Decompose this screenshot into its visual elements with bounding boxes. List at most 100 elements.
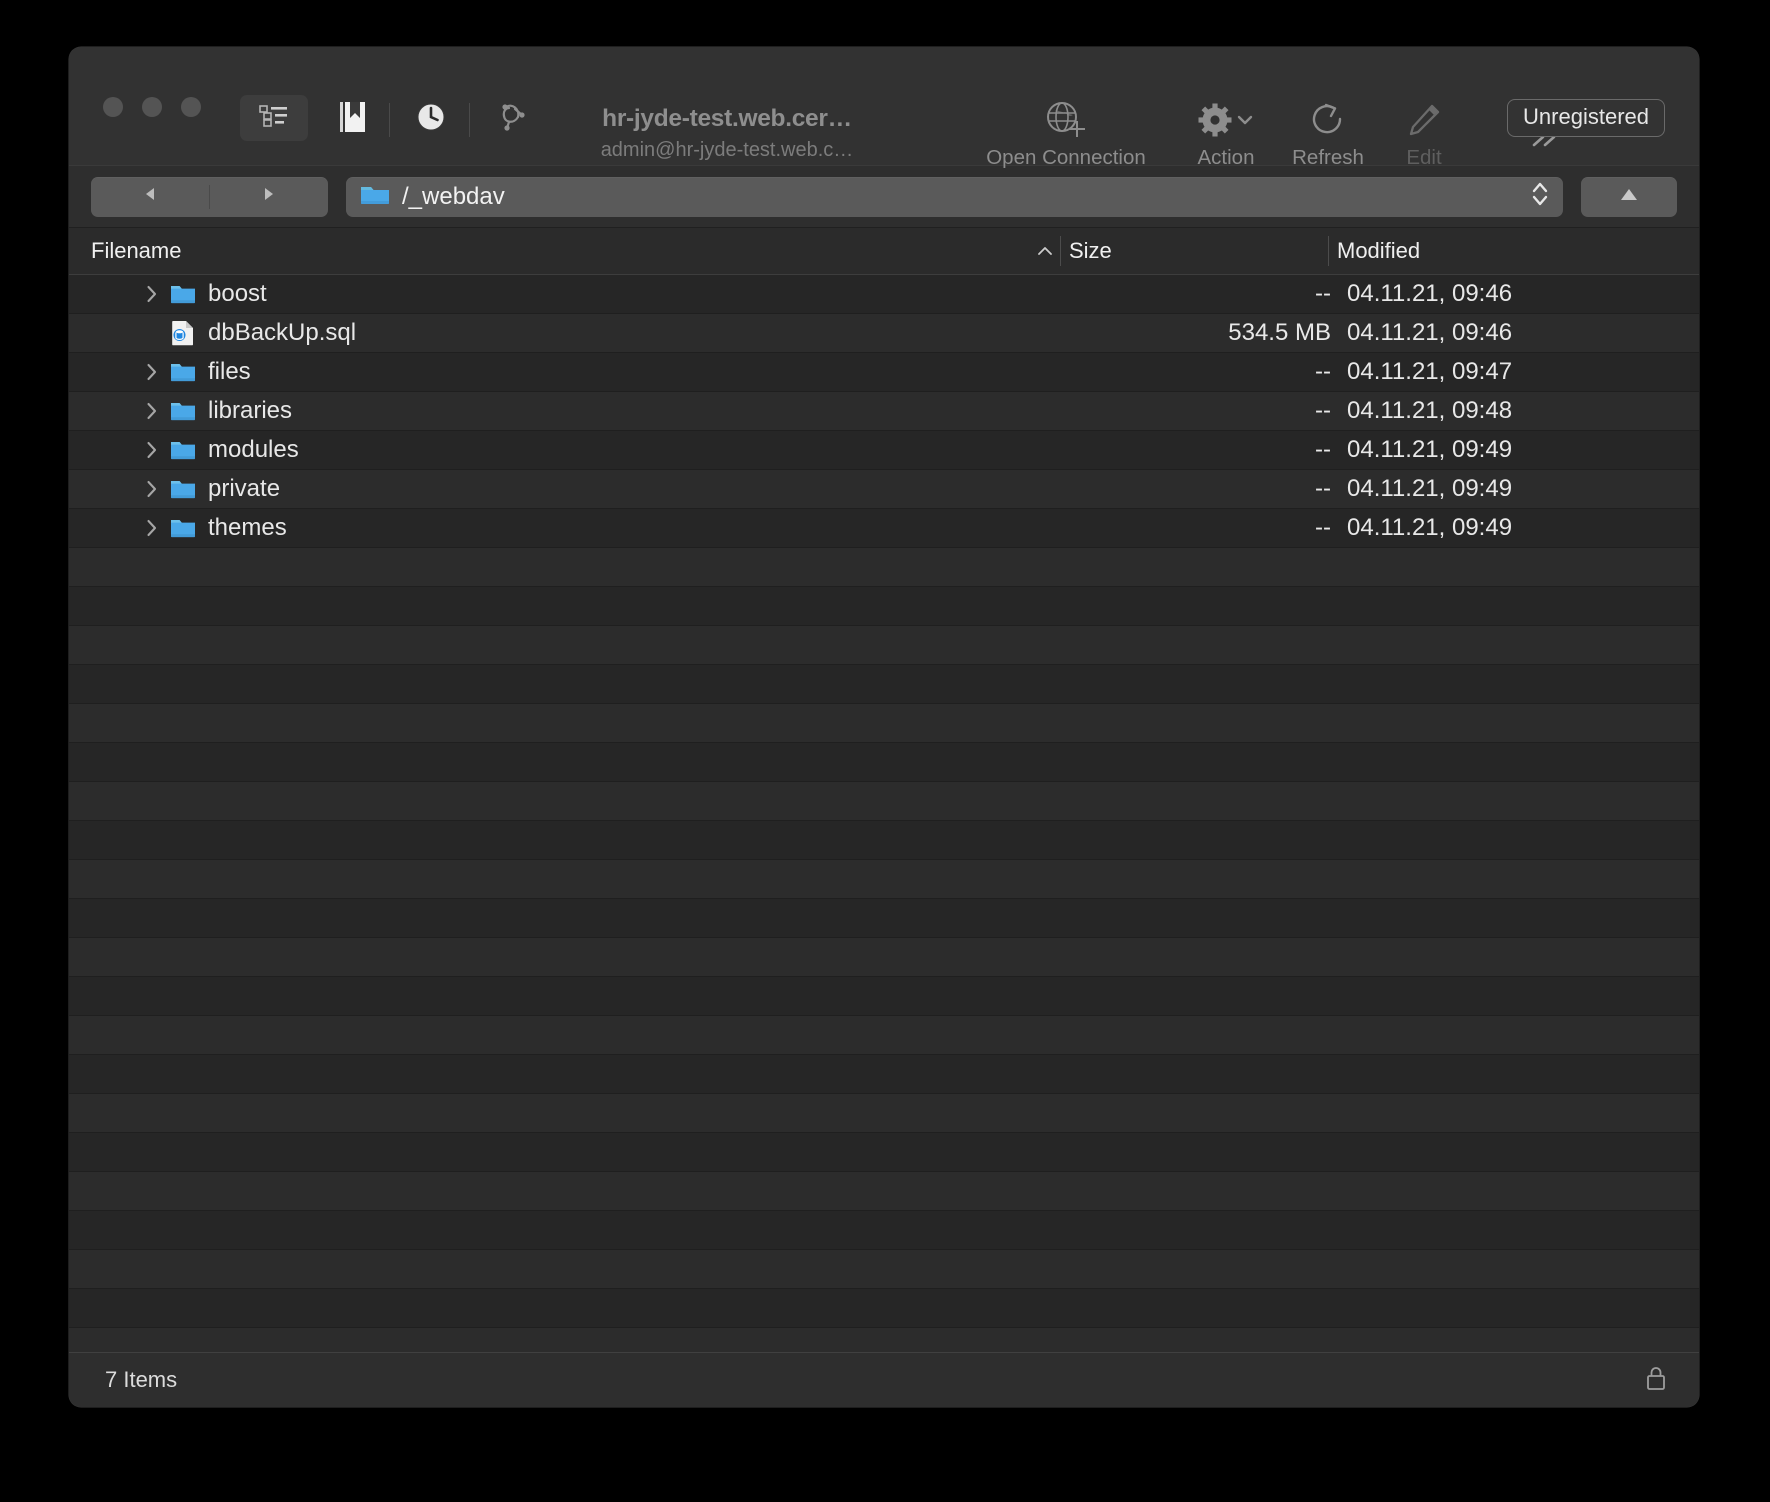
vault-button[interactable] bbox=[489, 97, 537, 141]
column-header-modified[interactable]: Modified bbox=[1337, 228, 1420, 274]
file-name: private bbox=[208, 475, 281, 502]
file-name: libraries bbox=[208, 397, 293, 424]
toolbar: hr-jyde-test.web.cer… admin@hr-jyde-test… bbox=[69, 47, 1699, 169]
view-mode-button[interactable] bbox=[240, 95, 308, 141]
path-value: /_webdav bbox=[402, 182, 505, 210]
file-modified: 04.11.21, 09:49 bbox=[1347, 475, 1513, 502]
maximize-button[interactable] bbox=[181, 97, 201, 117]
table-row[interactable]: private -- 04.11.21, 09:49 bbox=[69, 470, 1699, 509]
back-forward-control bbox=[91, 176, 328, 217]
empty-row bbox=[69, 899, 1699, 938]
sort-ascending-icon bbox=[1035, 228, 1055, 274]
parent-directory-button[interactable] bbox=[1581, 176, 1677, 217]
file-name: dbBackUp.sql bbox=[208, 319, 357, 346]
file-name: themes bbox=[208, 514, 287, 541]
file-size: -- bbox=[1315, 397, 1331, 424]
folder-icon bbox=[170, 516, 196, 540]
edit-button[interactable]: Edit bbox=[1339, 97, 1509, 170]
empty-row bbox=[69, 1289, 1699, 1328]
empty-row bbox=[69, 587, 1699, 626]
sql-file-icon bbox=[170, 321, 196, 346]
empty-row bbox=[69, 938, 1699, 977]
empty-row bbox=[69, 1094, 1699, 1133]
folder-icon bbox=[170, 477, 196, 501]
empty-row bbox=[69, 1055, 1699, 1094]
empty-row bbox=[69, 1211, 1699, 1250]
empty-row bbox=[69, 1328, 1699, 1352]
path-dropdown[interactable]: /_webdav bbox=[346, 176, 1563, 217]
column-divider[interactable] bbox=[1328, 236, 1329, 266]
empty-row bbox=[69, 1133, 1699, 1172]
folder-icon bbox=[360, 182, 390, 211]
file-modified: 04.11.21, 09:49 bbox=[1347, 436, 1513, 463]
cryptomator-vault-icon bbox=[493, 97, 533, 142]
disclosure-triangle-icon[interactable] bbox=[144, 517, 160, 539]
column-divider[interactable] bbox=[1060, 236, 1061, 266]
back-button[interactable] bbox=[91, 177, 209, 217]
folder-icon bbox=[170, 399, 196, 423]
globe-plus-icon bbox=[1043, 97, 1089, 143]
folder-icon bbox=[170, 360, 196, 384]
file-modified: 04.11.21, 09:46 bbox=[1347, 319, 1513, 346]
lock-icon[interactable] bbox=[1643, 1363, 1669, 1398]
file-size: -- bbox=[1315, 358, 1331, 385]
window-controls bbox=[103, 97, 201, 117]
disclosure-triangle-icon[interactable] bbox=[144, 439, 160, 461]
table-row[interactable]: libraries -- 04.11.21, 09:48 bbox=[69, 392, 1699, 431]
empty-row bbox=[69, 743, 1699, 782]
table-row[interactable]: files -- 04.11.21, 09:47 bbox=[69, 353, 1699, 392]
empty-row bbox=[69, 1250, 1699, 1289]
column-header-filename[interactable]: Filename bbox=[91, 228, 181, 274]
history-button[interactable] bbox=[409, 97, 453, 141]
window-title: hr-jyde-test.web.cer… bbox=[602, 105, 852, 132]
file-modified: 04.11.21, 09:47 bbox=[1347, 358, 1513, 385]
file-name: boost bbox=[208, 280, 267, 307]
table-row[interactable]: boost -- 04.11.21, 09:46 bbox=[69, 275, 1699, 314]
empty-row bbox=[69, 665, 1699, 704]
disclosure-triangle-icon[interactable] bbox=[144, 400, 160, 422]
empty-row bbox=[69, 860, 1699, 899]
chevron-up-down-icon[interactable] bbox=[1529, 178, 1551, 215]
file-name: files bbox=[208, 358, 251, 385]
file-size: -- bbox=[1315, 475, 1331, 502]
empty-row bbox=[69, 821, 1699, 860]
bookmarks-button[interactable] bbox=[331, 97, 375, 141]
disclosure-triangle-icon[interactable] bbox=[144, 361, 160, 383]
empty-row bbox=[69, 626, 1699, 665]
window-subtitle: admin@hr-jyde-test.web.c… bbox=[600, 139, 854, 161]
minimize-button[interactable] bbox=[142, 97, 162, 117]
unregistered-badge[interactable]: Unregistered bbox=[1507, 99, 1665, 137]
folder-icon bbox=[170, 438, 196, 462]
open-connection-label: Open Connection bbox=[986, 146, 1146, 169]
folder-icon bbox=[170, 282, 196, 306]
open-connection-button[interactable]: Open Connection bbox=[981, 97, 1151, 170]
triangle-left-icon bbox=[140, 185, 160, 208]
toolbar-separator bbox=[389, 103, 390, 137]
pencil-icon bbox=[1403, 97, 1445, 143]
file-size: 534.5 MB bbox=[1228, 319, 1331, 346]
table-row[interactable]: modules -- 04.11.21, 09:49 bbox=[69, 431, 1699, 470]
list-view-icon bbox=[259, 103, 289, 134]
disclosure-triangle-icon[interactable] bbox=[144, 478, 160, 500]
forward-button[interactable] bbox=[210, 177, 328, 217]
column-header-size[interactable]: Size bbox=[1069, 228, 1112, 274]
empty-row bbox=[69, 782, 1699, 821]
triangle-right-icon bbox=[259, 185, 279, 208]
file-modified: 04.11.21, 09:48 bbox=[1347, 397, 1513, 424]
bookmark-icon bbox=[338, 100, 368, 139]
empty-row bbox=[69, 1172, 1699, 1211]
browser-window: hr-jyde-test.web.cer… admin@hr-jyde-test… bbox=[69, 47, 1699, 1407]
empty-row bbox=[69, 977, 1699, 1016]
table-row[interactable]: dbBackUp.sql 534.5 MB 04.11.21, 09:46 bbox=[69, 314, 1699, 353]
disclosure-triangle-icon[interactable] bbox=[144, 283, 160, 305]
file-name: modules bbox=[208, 436, 299, 463]
empty-row bbox=[69, 1016, 1699, 1055]
close-button[interactable] bbox=[103, 97, 123, 117]
file-modified: 04.11.21, 09:49 bbox=[1347, 514, 1513, 541]
file-size: -- bbox=[1315, 514, 1331, 541]
empty-row bbox=[69, 548, 1699, 587]
empty-row bbox=[69, 704, 1699, 743]
file-list[interactable]: boost -- 04.11.21, 09:46 dbBackUp.sql 534.5 … bbox=[69, 275, 1699, 1352]
item-count: 7 Items bbox=[105, 1367, 178, 1392]
table-row[interactable]: themes -- 04.11.21, 09:49 bbox=[69, 509, 1699, 548]
